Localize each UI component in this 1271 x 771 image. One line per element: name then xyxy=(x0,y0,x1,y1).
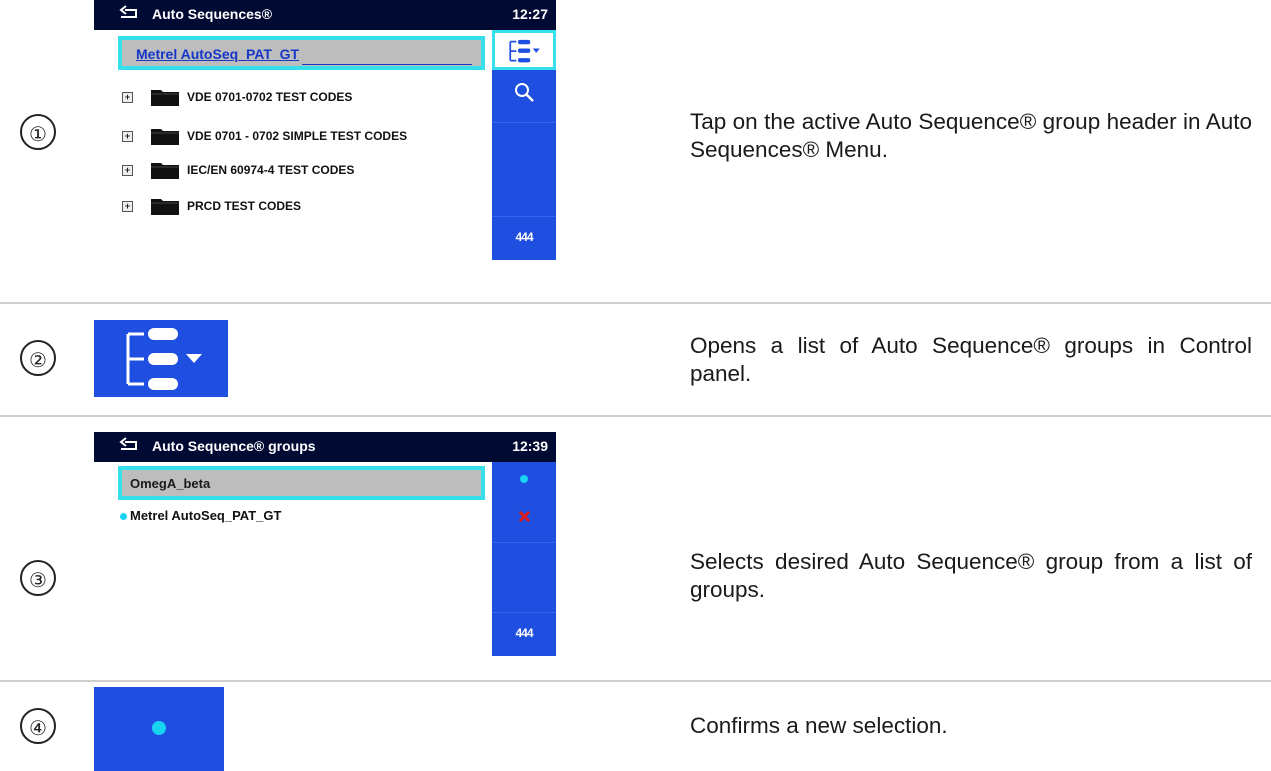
group-list-icon xyxy=(509,39,540,63)
control-panel: 444 xyxy=(492,30,556,260)
folder-label: VDE 0701 - 0702 SIMPLE TEST CODES xyxy=(187,129,408,143)
step-number-4: ④ xyxy=(20,708,56,744)
confirm-dot-icon xyxy=(520,475,528,483)
expand-icon[interactable]: + xyxy=(122,201,133,212)
control-panel: 444 xyxy=(492,462,556,656)
row-divider xyxy=(0,415,1271,417)
step-number-3: ③ xyxy=(20,560,56,596)
group-list-button[interactable] xyxy=(492,30,556,70)
back-arrow-icon[interactable] xyxy=(118,437,140,457)
clock: 12:39 xyxy=(512,438,548,454)
active-group-header[interactable]: Metrel AutoSeq_PAT_GT xyxy=(118,36,485,70)
row-divider xyxy=(0,302,1271,304)
panel-divider xyxy=(492,542,556,543)
panel-divider xyxy=(492,122,556,123)
search-icon xyxy=(515,83,534,102)
more-button[interactable]: 444 xyxy=(492,626,556,640)
expand-icon[interactable]: + xyxy=(122,131,133,142)
delete-icon xyxy=(518,510,531,523)
selected-group-row[interactable]: OmegA_beta xyxy=(118,466,485,500)
selected-group-label: OmegA_beta xyxy=(130,476,211,491)
step-number-2: ② xyxy=(20,340,56,376)
delete-button[interactable] xyxy=(492,500,556,536)
step-description-3: Selects desired Auto Sequence® group fro… xyxy=(690,549,1252,602)
active-dot-icon xyxy=(120,513,127,520)
group-list-icon xyxy=(126,328,202,390)
folder-label: VDE 0701-0702 TEST CODES xyxy=(187,90,353,104)
step-number-1: ① xyxy=(20,114,56,150)
screen-title: Auto Sequences® xyxy=(152,6,273,22)
expand-icon[interactable]: + xyxy=(122,92,133,103)
panel-divider xyxy=(492,612,556,613)
group-item-label: Metrel AutoSeq_PAT_GT xyxy=(130,508,282,523)
auto-sequences-screen: Auto Sequences® 12:27 Metrel AutoSeq_PAT… xyxy=(94,0,556,260)
active-group-label: Metrel AutoSeq_PAT_GT xyxy=(136,46,300,62)
step-description-4: Confirms a new selection. xyxy=(690,713,948,738)
auto-sequence-groups-screen: Auto Sequence® groups 12:39 OmegA_beta M… xyxy=(94,432,556,656)
folder-icon xyxy=(151,163,179,179)
title-bar: Auto Sequences® 12:27 xyxy=(94,0,556,30)
folder-label: PRCD TEST CODES xyxy=(187,199,302,213)
step-description-2: Opens a list of Auto Sequence® groups in… xyxy=(690,333,1252,386)
screen-title: Auto Sequence® groups xyxy=(152,438,316,454)
confirm-tile[interactable] xyxy=(94,687,224,771)
panel-divider xyxy=(492,216,556,217)
folder-icon xyxy=(151,199,179,215)
header-underline xyxy=(302,64,472,65)
row-divider xyxy=(0,680,1271,682)
expand-icon[interactable]: + xyxy=(122,165,133,176)
folder-label: IEC/EN 60974-4 TEST CODES xyxy=(187,163,355,177)
confirm-button[interactable] xyxy=(492,462,556,498)
more-button[interactable]: 444 xyxy=(492,230,556,244)
search-button[interactable] xyxy=(492,76,556,112)
confirm-dot-icon xyxy=(152,721,166,735)
folder-icon xyxy=(151,129,179,145)
step-description-1: Tap on the active Auto Sequence® group h… xyxy=(690,109,1252,162)
clock: 12:27 xyxy=(512,6,548,22)
folder-icon xyxy=(151,90,179,106)
back-arrow-icon[interactable] xyxy=(118,5,140,25)
group-list-tile[interactable] xyxy=(94,320,228,397)
title-bar: Auto Sequence® groups 12:39 xyxy=(94,432,556,462)
